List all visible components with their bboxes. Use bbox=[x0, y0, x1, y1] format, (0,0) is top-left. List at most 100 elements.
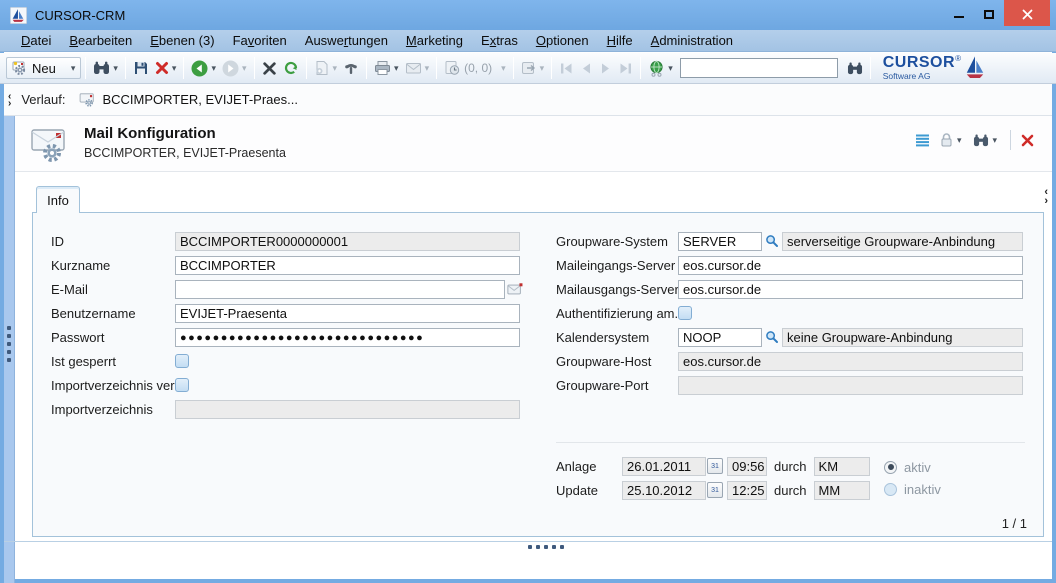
menu-item-extras[interactable]: Extras bbox=[472, 33, 527, 48]
globe-icon bbox=[648, 60, 665, 77]
menu-item-bearbeiten[interactable]: Bearbeiten bbox=[60, 33, 141, 48]
bottom-splitter[interactable] bbox=[4, 541, 1052, 553]
quick-search-input[interactable] bbox=[680, 58, 838, 78]
benutzername-field[interactable]: EVIJET-Praesenta bbox=[175, 304, 520, 323]
print-button[interactable]: ▾ bbox=[371, 58, 402, 78]
mail-dropdown[interactable]: ▾ bbox=[425, 63, 430, 74]
anlage-row: Anlage 26.01.2011 31 09:56 durch KM bbox=[556, 456, 1023, 476]
window-title: CURSOR-CRM bbox=[35, 8, 125, 23]
toolbar-separator bbox=[366, 57, 367, 79]
toolbar-separator bbox=[254, 57, 255, 79]
menu-item-favoriten[interactable]: Favoriten bbox=[224, 33, 296, 48]
forward-dropdown[interactable]: ▾ bbox=[242, 63, 247, 74]
left-splitter[interactable] bbox=[4, 116, 15, 583]
page-title: Mail Konfiguration bbox=[84, 125, 216, 142]
nav-first-button[interactable] bbox=[556, 60, 577, 77]
field-label-id: ID bbox=[51, 234, 175, 249]
inaktiv-radio[interactable] bbox=[884, 483, 897, 496]
menu-item-administration[interactable]: Administration bbox=[642, 33, 742, 48]
tab-info[interactable]: Info bbox=[36, 186, 80, 213]
menu-item-ebenen-3[interactable]: Ebenen (3) bbox=[141, 33, 223, 48]
binoculars-icon bbox=[973, 133, 989, 148]
search-button[interactable]: ▾ bbox=[90, 58, 121, 78]
nav-last-button[interactable] bbox=[615, 60, 636, 77]
minimize-button[interactable] bbox=[944, 0, 974, 26]
nav-prev-button[interactable] bbox=[577, 60, 596, 77]
field-label-ist-gesperrt: Ist gesperrt bbox=[51, 354, 175, 369]
email-field[interactable] bbox=[175, 280, 505, 299]
new-record-button[interactable]: Neu ▾ bbox=[6, 57, 81, 79]
timer-counter-dropdown[interactable]: ▾ bbox=[501, 63, 506, 74]
menu-item-hilfe[interactable]: Hilfe bbox=[598, 33, 642, 48]
print-dropdown[interactable]: ▾ bbox=[394, 63, 399, 74]
form-row: Ist gesperrt bbox=[51, 349, 551, 373]
page-indicator: 1 / 1 bbox=[1002, 516, 1027, 531]
delete-button[interactable]: ▾ bbox=[152, 59, 180, 77]
aktiv-radio[interactable] bbox=[884, 461, 897, 474]
delete-dropdown[interactable]: ▾ bbox=[172, 63, 177, 74]
collapse-left-panel-icon[interactable]: ‹› bbox=[8, 93, 11, 107]
close-icon bbox=[1022, 9, 1033, 20]
nav-next-button[interactable] bbox=[596, 60, 615, 77]
menu-item-marketing[interactable]: Marketing bbox=[397, 33, 472, 48]
history-entry[interactable]: BCCIMPORTER, EVIJET-Praes... bbox=[79, 92, 298, 107]
mailausgangs-server-field[interactable]: eos.cursor.de bbox=[678, 280, 1023, 299]
menu-item-auswertungen[interactable]: Auswertungen bbox=[296, 33, 397, 48]
record-search-dropdown[interactable]: ▾ bbox=[992, 135, 997, 146]
search-dropdown[interactable]: ▾ bbox=[113, 63, 118, 74]
toolbar-separator bbox=[125, 57, 126, 79]
email-envelope-icon[interactable] bbox=[507, 283, 523, 296]
lock-dropdown[interactable]: ▾ bbox=[957, 135, 962, 146]
maximize-button[interactable] bbox=[974, 0, 1004, 26]
lookup-magnifier-icon[interactable] bbox=[765, 234, 779, 248]
new-document-dropdown[interactable]: ▾ bbox=[333, 63, 338, 74]
binoculars-icon bbox=[93, 60, 110, 76]
lock-button[interactable]: ▾ bbox=[936, 130, 965, 150]
calendar-button[interactable]: 31 bbox=[707, 458, 723, 474]
passwort-field[interactable]: ●●●●●●●●●●●●●●●●●●●●●●●●●●●●●● bbox=[175, 328, 520, 347]
field-label-mailausgangs-server: Mailausgangs-Server bbox=[556, 282, 678, 297]
close-button[interactable] bbox=[1004, 0, 1050, 26]
anlage-durch-label: durch bbox=[774, 459, 807, 474]
mail-button[interactable]: ▾ bbox=[402, 59, 433, 77]
kalendersystem-code-field[interactable]: NOOP bbox=[678, 328, 762, 347]
new-record-dropdown[interactable]: ▾ bbox=[71, 63, 76, 74]
close-record-icon[interactable] bbox=[1021, 134, 1034, 147]
online-search-button[interactable]: ▾ bbox=[645, 58, 676, 79]
groupware-port-field bbox=[678, 376, 1023, 395]
forward-button[interactable]: ▾ bbox=[219, 58, 250, 79]
maileingangs-server-field[interactable]: eos.cursor.de bbox=[678, 256, 1023, 275]
export-button[interactable]: ▾ bbox=[518, 58, 548, 78]
back-button[interactable]: ▾ bbox=[188, 58, 219, 79]
audit-block: Anlage 26.01.2011 31 09:56 durch KM Upda… bbox=[556, 456, 1023, 504]
record-search-button[interactable]: ▾ bbox=[970, 131, 1000, 150]
tools-button[interactable] bbox=[340, 58, 362, 78]
groupware-system-code-field[interactable]: SERVER bbox=[678, 232, 762, 251]
app-window: CURSOR-CRM DateiBearbeitenEbenen (3)Favo… bbox=[0, 0, 1056, 583]
refresh-button[interactable] bbox=[280, 58, 302, 78]
menu-item-optionen[interactable]: Optionen bbox=[527, 33, 598, 48]
calendar-button[interactable]: 31 bbox=[707, 482, 723, 498]
export-dropdown[interactable]: ▾ bbox=[540, 63, 545, 74]
ist-gesperrt-checkbox[interactable] bbox=[175, 354, 189, 368]
save-button[interactable] bbox=[130, 58, 152, 78]
new-document-button[interactable]: ▾ bbox=[311, 58, 341, 78]
cancel-button[interactable] bbox=[259, 59, 280, 78]
field-label-groupware-port: Groupware-Port bbox=[556, 378, 678, 393]
quick-search-go-button[interactable] bbox=[844, 59, 866, 78]
authentifizierung-checkbox[interactable] bbox=[678, 306, 692, 320]
importverzeichnis-field bbox=[175, 400, 520, 419]
timer-counter-button[interactable]: (0, 0) ▾ bbox=[441, 58, 509, 78]
kurzname-field[interactable]: BCCIMPORTER bbox=[175, 256, 520, 275]
lookup-magnifier-icon[interactable] bbox=[765, 330, 779, 344]
online-search-dropdown[interactable]: ▾ bbox=[668, 63, 673, 74]
maximize-icon bbox=[984, 10, 994, 19]
menu-item-datei[interactable]: Datei bbox=[12, 33, 60, 48]
toolbar-separator bbox=[183, 57, 184, 79]
collapse-right-panel-icon[interactable]: ‹› bbox=[1044, 188, 1048, 206]
back-dropdown[interactable]: ▾ bbox=[211, 63, 216, 74]
importverzeichnis-ver-checkbox[interactable] bbox=[175, 378, 189, 392]
left-splitter-handle-icon bbox=[7, 326, 11, 362]
field-label-importverzeichnis-ver: Importverzeichnis ver... bbox=[51, 378, 175, 393]
menu-lines-icon[interactable] bbox=[915, 134, 930, 147]
